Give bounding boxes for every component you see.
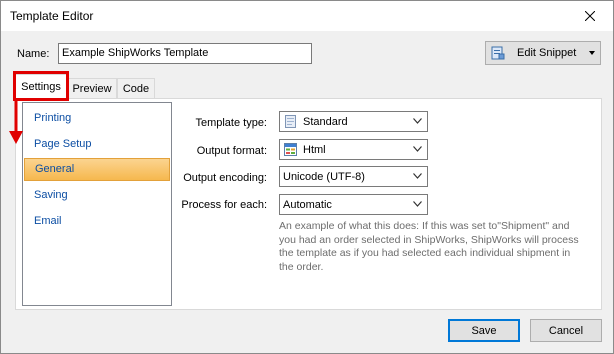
edit-snippet-label: Edit Snippet [517,47,577,59]
chevron-down-icon [413,118,422,124]
snippet-icon [491,46,505,60]
output-encoding-select[interactable]: Unicode (UTF-8) [279,166,428,187]
save-button[interactable]: Save [448,319,520,342]
chevron-down-icon [413,173,422,179]
template-type-label: Template type: [195,117,267,129]
process-for-each-label: Process for each: [181,199,267,211]
output-format-label: Output format: [196,145,267,157]
window-title: Template Editor [10,9,94,23]
tab-code[interactable]: Code [117,78,155,98]
chevron-down-icon [413,201,422,207]
cancel-button[interactable]: Cancel [530,319,602,342]
output-format-value: Html [303,143,326,156]
close-icon [585,11,595,21]
edit-snippet-button[interactable]: Edit Snippet [485,41,601,65]
annotation-highlight-box [13,71,69,101]
chevron-down-icon[interactable] [589,51,595,55]
close-button[interactable] [567,1,613,31]
name-input[interactable]: Example ShipWorks Template [58,43,312,64]
template-type-select[interactable]: Standard [279,111,428,132]
process-help-text: An example of what this does: If this wa… [279,220,579,273]
chevron-down-icon [413,146,422,152]
tab-preview[interactable]: Preview [67,78,117,98]
output-format-select[interactable]: Html [279,139,428,160]
title-bar: Template Editor [1,1,613,31]
document-icon [285,115,296,128]
name-label: Name: [17,48,50,60]
output-encoding-label: Output encoding: [183,172,267,184]
process-for-each-select[interactable]: Automatic [279,194,428,215]
process-for-each-value: Automatic [283,198,332,211]
sidebar-item-email[interactable]: Email [24,210,170,233]
annotation-arrow-icon [9,101,23,144]
html-grid-icon [284,143,297,156]
template-editor-window: Template Editor Name: Example ShipWorks … [0,0,614,354]
output-encoding-value: Unicode (UTF-8) [283,170,365,183]
template-type-value: Standard [303,115,348,128]
